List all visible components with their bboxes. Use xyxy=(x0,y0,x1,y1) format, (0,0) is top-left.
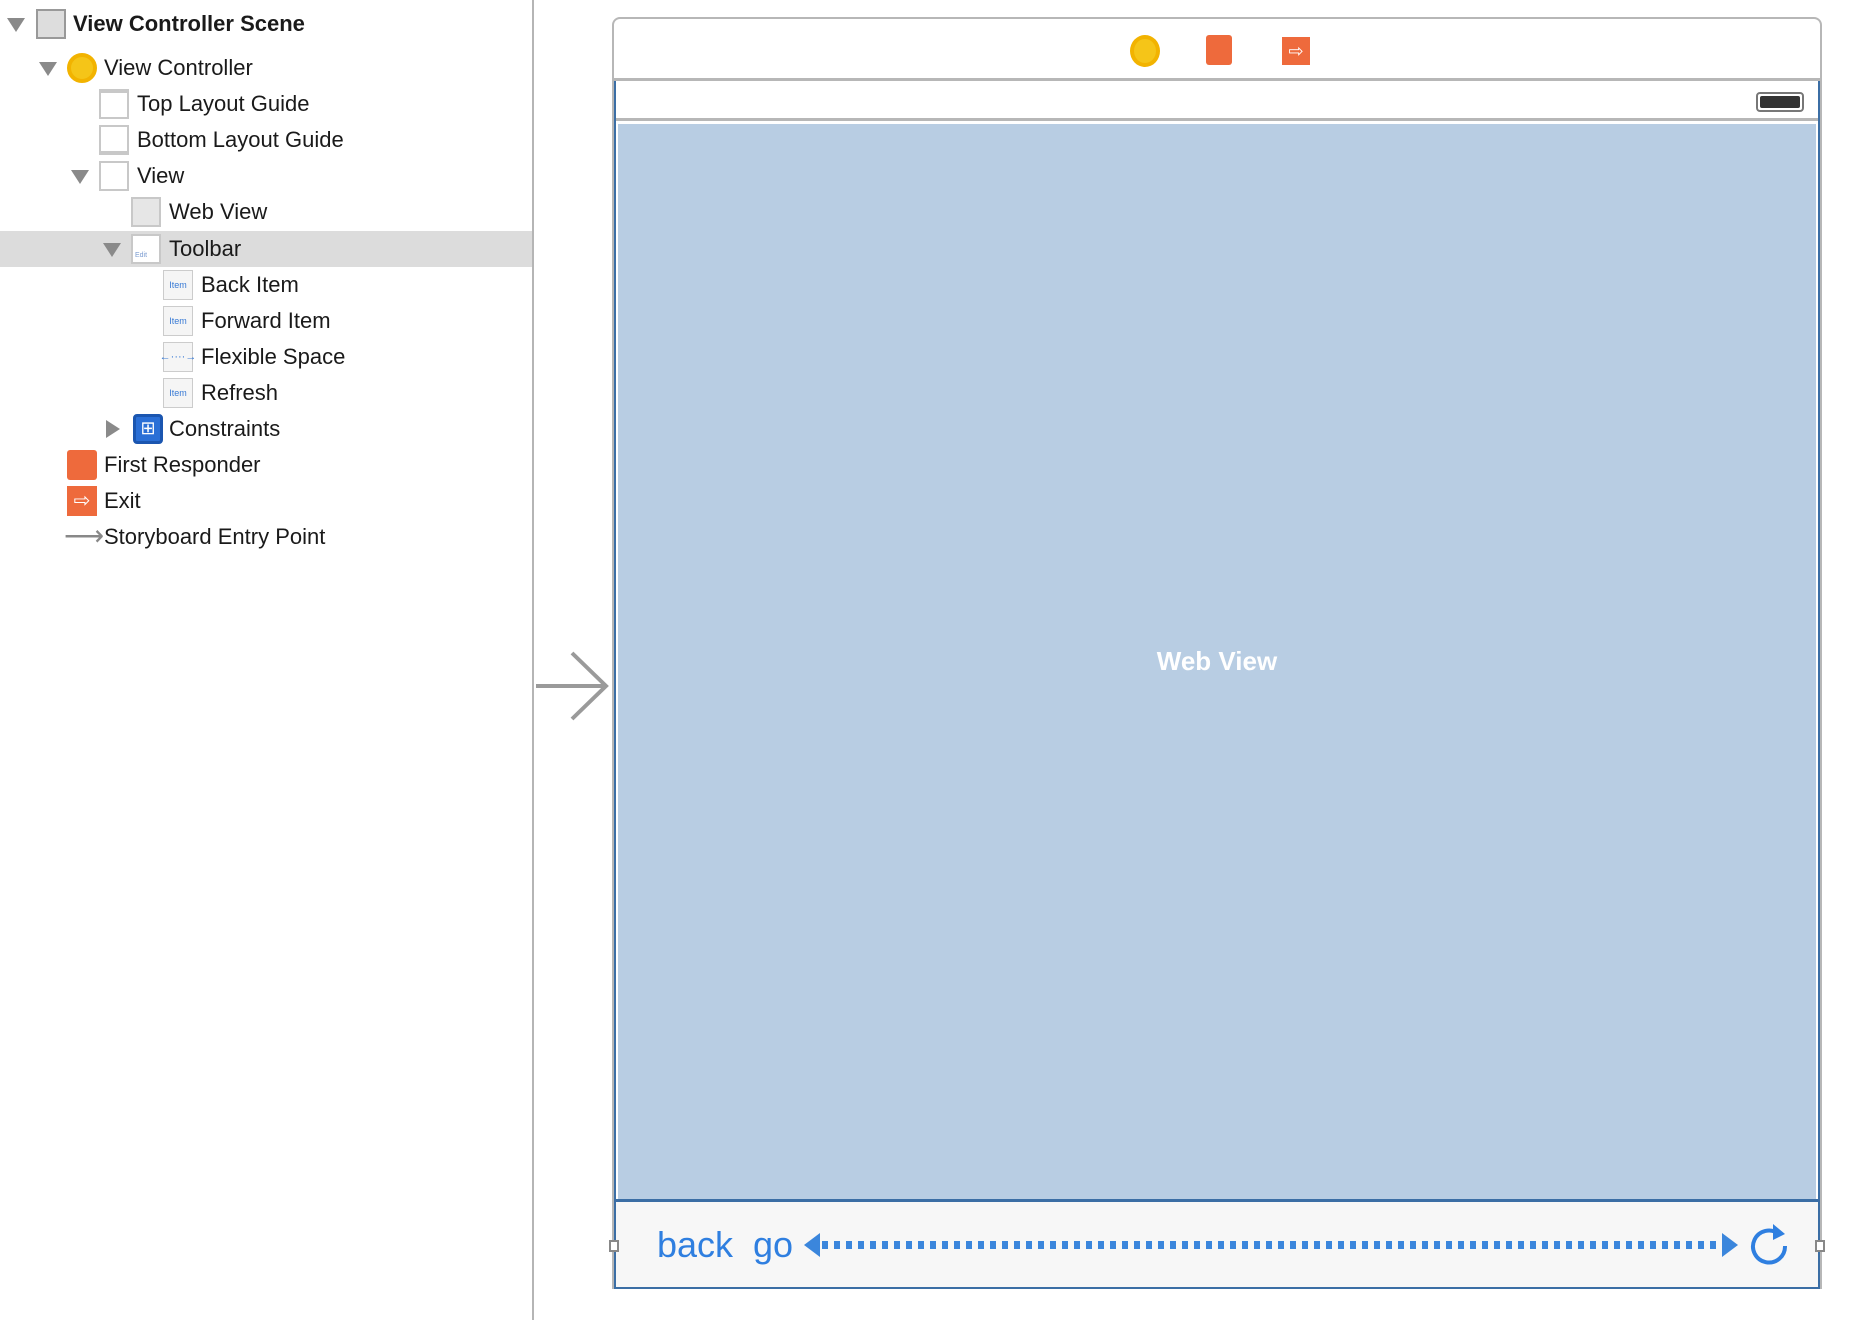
web-view[interactable]: Web View xyxy=(618,124,1816,1199)
resize-handle-left[interactable] xyxy=(609,1240,619,1252)
outline-label: Exit xyxy=(104,488,141,513)
outline-row-top-layout-guide[interactable]: Top Layout Guide xyxy=(0,86,532,122)
outline-label: View Controller Scene xyxy=(73,11,305,36)
outline-label: View Controller xyxy=(104,55,253,80)
outline-row-bottom-layout-guide[interactable]: Bottom Layout Guide xyxy=(0,122,532,158)
outline-row-refresh[interactable]: Item Refresh xyxy=(0,375,532,411)
web-view-icon xyxy=(131,197,161,227)
outline-row-back-item[interactable]: Item Back Item xyxy=(0,267,532,303)
outline-label: Back Item xyxy=(201,272,299,297)
outline-row-exit[interactable]: ⇨ Exit xyxy=(0,483,532,519)
view-icon xyxy=(99,161,129,191)
outline-label: Web View xyxy=(169,199,268,224)
outline-row-forward-item[interactable]: Item Forward Item xyxy=(0,303,532,339)
outline-label: Forward Item xyxy=(201,308,331,333)
toolbar-icon: Edit xyxy=(131,234,161,264)
disclosure-triangle-icon[interactable] xyxy=(71,170,89,184)
bottom-layout-guide-icon xyxy=(99,125,129,155)
disclosure-triangle-icon[interactable] xyxy=(39,62,57,76)
status-bar xyxy=(616,81,1818,121)
entry-arrow-icon: ⟶ xyxy=(64,520,105,551)
refresh-icon[interactable] xyxy=(1749,1222,1793,1268)
scene-dock: ⇨ xyxy=(614,19,1820,81)
first-responder-icon xyxy=(67,450,97,480)
outline-label: Storyboard Entry Point xyxy=(104,524,326,549)
go-button[interactable]: go xyxy=(753,1224,793,1266)
battery-icon xyxy=(1756,92,1804,112)
bar-item-icon: Item xyxy=(163,270,193,300)
toolbar-icon-text: Edit xyxy=(135,252,148,259)
outline-row-view[interactable]: View xyxy=(0,158,532,194)
disclosure-triangle-icon[interactable] xyxy=(7,18,25,32)
exit-icon: ⇨ xyxy=(67,486,97,516)
bar-item-icon: Item xyxy=(163,306,193,336)
outline-row-flexible-space[interactable]: ←····→ Flexible Space xyxy=(0,339,532,375)
outline-label: Bottom Layout Guide xyxy=(137,127,344,152)
flexible-space-icon: ←····→ xyxy=(160,342,196,372)
outline-row-web-view[interactable]: Web View xyxy=(0,194,532,230)
outline-row-first-responder[interactable]: First Responder xyxy=(0,447,532,483)
outline-row-view-controller[interactable]: View Controller xyxy=(0,50,532,86)
storyboard-entry-arrow-icon[interactable] xyxy=(536,650,612,722)
outline-label: Refresh xyxy=(201,380,279,405)
resize-handle-right[interactable] xyxy=(1815,1240,1825,1252)
root-view[interactable]: Web View back go xyxy=(609,81,1825,1289)
exit-icon[interactable]: ⇨ xyxy=(1282,37,1310,65)
document-outline: View Controller Scene View Controller To… xyxy=(0,0,534,1320)
view-controller-icon xyxy=(67,53,97,83)
view-controller-frame[interactable]: ⇨ Web View back go xyxy=(609,17,1825,1289)
outline-label: View xyxy=(137,163,185,188)
flexible-space-icon[interactable] xyxy=(804,1231,1738,1259)
outline-row-storyboard-entry-point[interactable]: ⟶ Storyboard Entry Point xyxy=(0,519,532,555)
outline-row-constraints[interactable]: ⊞ Constraints xyxy=(0,411,532,447)
outline-label: Toolbar xyxy=(169,236,242,261)
outline-row-toolbar[interactable]: Edit Toolbar xyxy=(0,231,532,267)
bar-item-icon-text: Item xyxy=(169,388,187,398)
bar-item-icon-text: Item xyxy=(169,280,187,290)
outline-label: Constraints xyxy=(169,416,281,441)
scene-icon xyxy=(36,9,66,39)
toolbar[interactable]: back go xyxy=(609,1199,1825,1287)
back-button[interactable]: back xyxy=(657,1224,733,1266)
web-view-placeholder-label: Web View xyxy=(1156,646,1278,676)
first-responder-icon[interactable] xyxy=(1206,35,1232,65)
disclosure-triangle-icon[interactable] xyxy=(103,243,121,257)
top-layout-guide-icon xyxy=(99,89,129,119)
outline-label: Top Layout Guide xyxy=(137,91,310,116)
outline-row-scene[interactable]: View Controller Scene xyxy=(0,6,532,42)
disclosure-triangle-icon[interactable] xyxy=(106,420,120,438)
constraints-icon: ⊞ xyxy=(133,414,163,444)
view-controller-icon[interactable] xyxy=(1130,35,1160,67)
bar-item-icon-text: Item xyxy=(169,316,187,326)
bar-item-icon: Item xyxy=(163,378,193,408)
outline-label: First Responder xyxy=(104,452,261,477)
outline-label: Flexible Space xyxy=(201,344,346,369)
